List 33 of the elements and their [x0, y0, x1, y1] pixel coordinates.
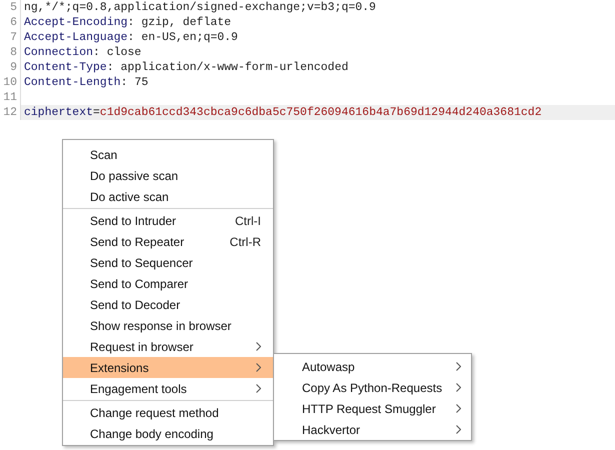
- code-line: Content-Length: 75: [23, 76, 148, 89]
- menu-item[interactable]: Request in browser: [63, 336, 273, 357]
- code-line: Connection: close: [23, 46, 142, 59]
- menu-item[interactable]: Do passive scan: [63, 165, 273, 186]
- menu-item[interactable]: Extensions: [63, 357, 273, 378]
- menu-item[interactable]: Show response in browser: [63, 315, 273, 336]
- chevron-right-icon: [256, 363, 261, 372]
- menu-item[interactable]: Change body encoding: [63, 423, 273, 444]
- chevron-right-icon: [456, 362, 461, 371]
- code-line: Accept-Language: en-US,en;q=0.9: [23, 31, 238, 44]
- menu-item[interactable]: Send to Repeater Ctrl-R: [63, 231, 273, 252]
- menu-item[interactable]: Send to Comparer: [63, 273, 273, 294]
- menu-item[interactable]: Scan: [63, 144, 273, 165]
- chevron-right-icon: [456, 404, 461, 413]
- menu-item[interactable]: Send to Decoder: [63, 294, 273, 315]
- chevron-right-icon: [456, 425, 461, 434]
- chevron-right-icon: [256, 384, 261, 393]
- code-line: Accept-Encoding: gzip, deflate: [23, 16, 232, 29]
- menu-item[interactable]: Change request method: [63, 402, 273, 423]
- menu-item[interactable]: Engagement tools: [63, 378, 273, 399]
- code-line: Content-Type: application/x-www-form-urlencoded: [23, 61, 348, 74]
- line-number: 12: [0, 105, 21, 120]
- chevron-right-icon: [256, 342, 261, 351]
- menu-item[interactable]: Hackvertor: [274, 419, 471, 440]
- menu-item[interactable]: Send to Intruder Ctrl-I: [63, 210, 273, 231]
- menu-item[interactable]: HTTP Request Smuggler: [274, 398, 471, 419]
- menu-item[interactable]: Copy As Python-Requests: [274, 377, 471, 398]
- menu-item[interactable]: Autowasp: [274, 356, 471, 377]
- chevron-right-icon: [456, 383, 461, 392]
- code-line: ciphertext=c1d9cab61ccd343cbca9c6dba5c750f26094616b4a7b69d12944d240a3681cd2: [23, 106, 542, 119]
- menu-item[interactable]: Send to Sequencer: [63, 252, 273, 273]
- menu-item[interactable]: Do active scan: [63, 186, 273, 207]
- code-line: ng,*/*;q=0.8,application/signed-exchange;v=b3;q=0.9: [23, 1, 376, 14]
